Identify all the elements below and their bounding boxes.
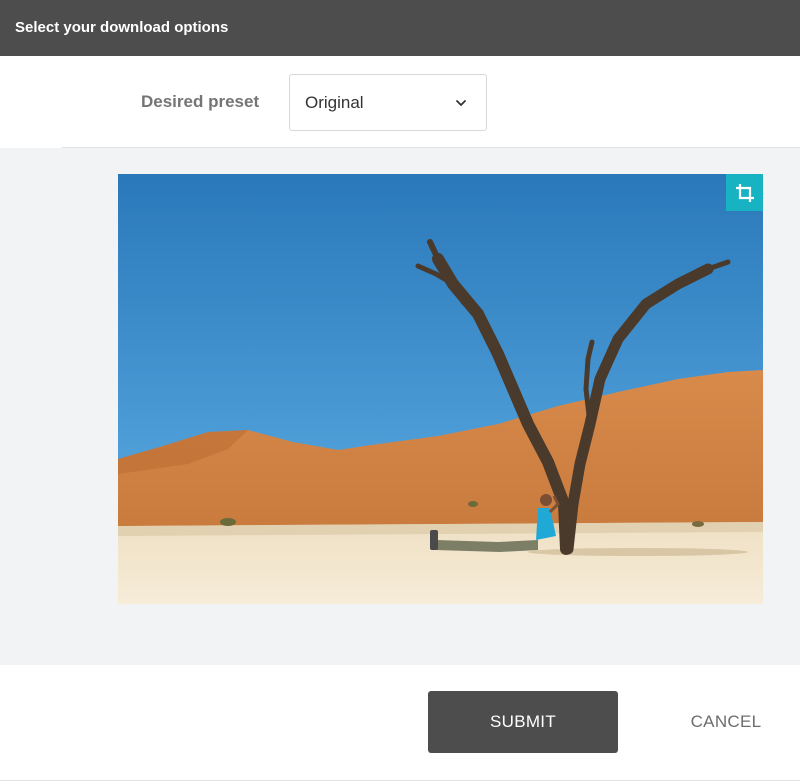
preset-label: Desired preset	[141, 92, 260, 111]
preview-area	[0, 148, 800, 665]
submit-button[interactable]: SUBMIT	[428, 691, 618, 753]
preset-select[interactable]: Original	[289, 74, 487, 131]
preview-image	[118, 174, 763, 604]
preset-selected-value: Original	[305, 93, 364, 112]
cancel-button[interactable]: CANCEL	[672, 691, 780, 753]
crop-button[interactable]	[726, 174, 763, 211]
dialog-header: Select your download options	[0, 0, 800, 56]
crop-icon	[735, 183, 754, 202]
dialog-title: Select your download options	[15, 19, 229, 36]
chevron-down-icon	[456, 100, 466, 106]
dialog-footer: SUBMIT CANCEL	[0, 665, 800, 781]
preset-row: Desired preset Original	[0, 56, 800, 148]
